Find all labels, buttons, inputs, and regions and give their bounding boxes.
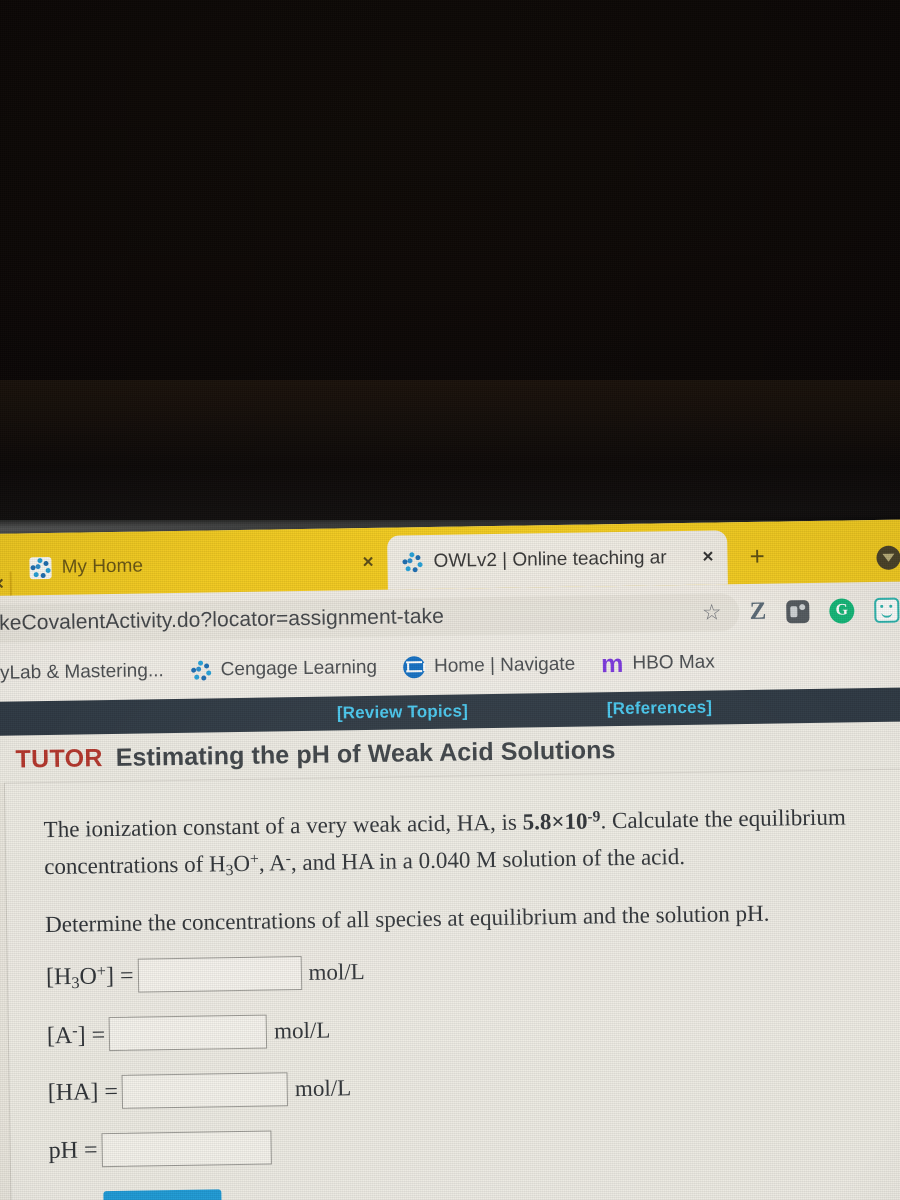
grammarly-icon[interactable]: G: [829, 597, 855, 624]
tab-my-home[interactable]: My Home ×: [15, 536, 388, 596]
problem-card: The ionization constant of a very weak a…: [3, 768, 900, 1200]
tab-label-owlv2: OWLv2 | Online teaching ar: [433, 547, 667, 572]
h3o-element: O: [233, 851, 251, 877]
bookmark-label: HBO Max: [632, 651, 715, 674]
address-bar[interactable]: akeCovalentActivity.do?locator=assignmen…: [0, 593, 740, 643]
answer-row-h3o: [H3O+] = mol/L: [46, 947, 900, 994]
dark-extension-icon[interactable]: [786, 599, 810, 623]
problem-text-d: , and HA in a 0.040 M solution of the ac…: [290, 844, 686, 876]
ph-input[interactable]: [101, 1131, 272, 1168]
answer-label-a-minus: [A-] =: [46, 1020, 106, 1050]
unit-label-ha: mol/L: [294, 1075, 352, 1102]
bookmark-hbo-max[interactable]: m HBO Max: [600, 649, 715, 678]
unit-label-a-minus: mol/L: [273, 1018, 331, 1044]
bookmark-label: Home | Navigate: [433, 653, 576, 677]
new-tab-button[interactable]: +: [749, 541, 765, 572]
ka-exponent: -9: [587, 808, 601, 826]
h3o-superscript: +: [249, 850, 259, 869]
cengage-dots-icon: [29, 556, 52, 580]
close-icon-my-home[interactable]: ×: [362, 552, 373, 574]
close-icon-owlv2[interactable]: ×: [702, 547, 713, 569]
ha-concentration-input[interactable]: [121, 1072, 289, 1110]
page-content: [Review Topics] [References] TUTOR Estim…: [0, 687, 900, 1200]
url-text: akeCovalentActivity.do?locator=assignmen…: [0, 604, 445, 635]
extensions-tray: Z G: [749, 596, 900, 626]
references-link[interactable]: [References]: [607, 698, 713, 720]
answer-row-ph: pH =: [48, 1121, 900, 1168]
submit-button[interactable]: [103, 1189, 222, 1200]
smiley-extension-icon[interactable]: [874, 597, 900, 623]
tab-divider: [9, 571, 13, 596]
answer-fields: [H3O+] = mol/L [A-] = mol/L [HA] = mol/L: [46, 947, 900, 1168]
photograph-of-laptop-screen: × My Home × OWLv2 | Online teaching ar ×…: [0, 0, 900, 1200]
cengage-dots-icon: [190, 659, 212, 681]
tab-label-my-home: My Home: [61, 555, 144, 578]
bookmark-label: MyLab & Mastering...: [0, 660, 164, 684]
chrome-browser-window: × My Home × OWLv2 | Online teaching ar ×…: [0, 519, 900, 1200]
problem-text-c: , A: [258, 850, 286, 876]
answer-label-h3o: [H3O+] =: [45, 960, 134, 992]
bank-icon: [402, 656, 426, 679]
tutor-badge: TUTOR: [15, 744, 103, 774]
review-topics-link[interactable]: [Review Topics]: [337, 701, 468, 723]
h3o-concentration-input[interactable]: [137, 956, 302, 994]
problem-statement: The ionization constant of a very weak a…: [43, 798, 899, 887]
cengage-dots-icon: [401, 551, 423, 573]
ka-value: 5.8×10: [522, 808, 588, 835]
answer-label-ha: [HA] =: [47, 1078, 119, 1107]
instruction-text: Determine the concentrations of all spec…: [44, 901, 770, 938]
bookmark-label: Cengage Learning: [220, 656, 378, 681]
hbomax-logo-icon: m: [600, 649, 624, 678]
unit-label-h3o: mol/L: [308, 959, 365, 986]
a-minus-concentration-input[interactable]: [108, 1015, 268, 1052]
answer-row-ha: [HA] = mol/L: [48, 1063, 900, 1110]
problem-text-a: The ionization constant of a very weak a…: [43, 809, 523, 843]
zotero-connector-icon[interactable]: Z: [749, 598, 766, 626]
tab-owlv2[interactable]: OWLv2 | Online teaching ar ×: [387, 530, 728, 590]
page-title: Estimating the pH of Weak Acid Solutions: [115, 736, 616, 772]
bookmark-mylab-mastering[interactable]: MyLab & Mastering...: [0, 660, 164, 685]
bookmark-home-navigate[interactable]: Home | Navigate: [402, 653, 576, 679]
offscreen-tab-close-icon[interactable]: ×: [0, 574, 4, 596]
dark-screen-area: [0, 0, 900, 536]
profile-dropdown-icon[interactable]: [876, 545, 900, 570]
bookmark-cengage-learning[interactable]: Cengage Learning: [190, 657, 378, 682]
answer-row-a-minus: [A-] = mol/L: [47, 1005, 900, 1052]
bookmark-star-icon[interactable]: ☆: [684, 599, 740, 626]
answer-label-ph: pH =: [48, 1137, 98, 1165]
tabstrip-right-controls: [876, 545, 900, 582]
